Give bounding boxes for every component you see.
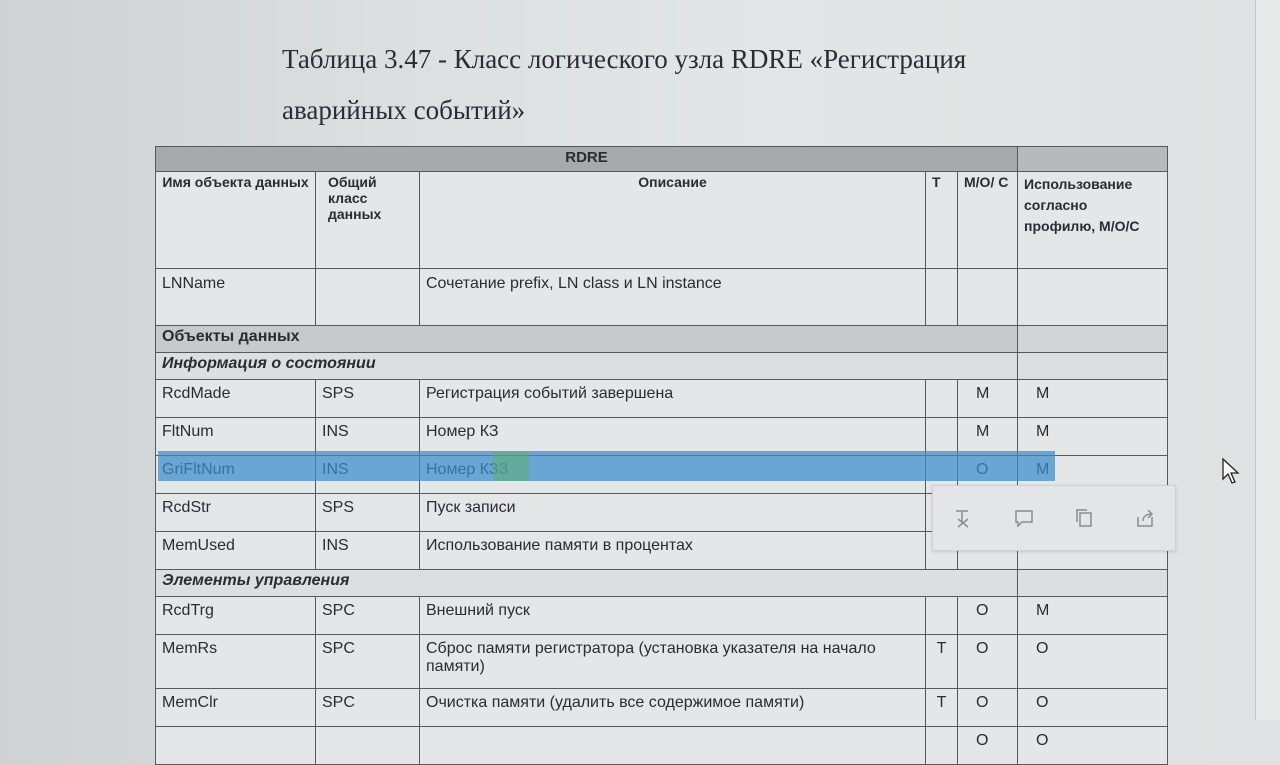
clear-format-button[interactable] — [948, 503, 978, 533]
cell-name: GriFltNum — [155, 455, 316, 494]
cell-name: RcdMade — [155, 379, 316, 418]
header-usage: Использование согласно профилю, M/O/C — [1017, 171, 1169, 269]
cell-description: Сброс памяти регистратора (установка ука… — [419, 634, 926, 689]
cell-t — [925, 726, 958, 765]
copy-button[interactable] — [1069, 503, 1099, 533]
clear-format-icon — [956, 510, 969, 528]
share-button[interactable] — [1130, 503, 1160, 533]
cell-class: INS — [315, 531, 420, 570]
cell-use: M — [1017, 417, 1169, 456]
cell-use: O — [1017, 726, 1169, 765]
share-icon — [1137, 509, 1153, 527]
cell-name: MemClr — [155, 688, 316, 727]
rdre-table-wrapper: RDRE Имя объекта данных Общий класс данн… — [154, 146, 1169, 765]
table-row[interactable]: O O — [155, 726, 1169, 765]
cell-description: Внешний пуск — [419, 596, 926, 635]
table-row[interactable]: MemClr SPC Очистка памяти (удалить все с… — [155, 688, 1169, 727]
header-name: Имя объекта данных — [155, 171, 316, 269]
comment-icon — [1015, 510, 1033, 528]
header-t: T — [925, 171, 958, 269]
table-caption-line2: аварийных событий» — [282, 95, 526, 125]
comment-button[interactable] — [1009, 503, 1039, 533]
section-objects-label: Объекты данных — [154, 325, 1019, 353]
cell-use: M — [1017, 596, 1169, 635]
table-row[interactable]: RcdMade SPS Регистрация событий завершен… — [155, 379, 1169, 418]
table-title-row: RDRE — [154, 146, 1169, 172]
cell-name: FltNum — [155, 417, 316, 456]
header-description: Описание — [419, 171, 926, 269]
cell-use: M — [1017, 379, 1169, 418]
lnname-class — [315, 268, 420, 326]
cell-class: SPC — [315, 634, 420, 689]
table-caption-line1: Таблица 3.47 - Класс логического узла RD… — [282, 44, 967, 74]
subsection-status-blank — [1017, 352, 1169, 380]
cell-class: SPC — [315, 596, 420, 635]
cell-description: Очистка памяти (удалить все содержимое п… — [419, 688, 926, 727]
cell-class: SPS — [315, 379, 420, 418]
section-objects-blank — [1017, 325, 1169, 353]
cell-class: SPC — [315, 688, 420, 727]
lnname-row[interactable]: LNName Сочетание prefix, LN class и LN i… — [155, 268, 1169, 326]
copy-icon — [1076, 509, 1092, 527]
section-row-objects: Объекты данных — [154, 325, 1169, 353]
table-row[interactable]: MemRs SPC Сброс памяти регистратора (уст… — [155, 634, 1169, 689]
cell-name: RcdStr — [155, 493, 316, 532]
cell-use: O — [1017, 634, 1169, 689]
cell-name: MemRs — [155, 634, 316, 689]
cell-class: SPS — [315, 493, 420, 532]
cell-moc: O — [956, 634, 1019, 689]
column-header-row: Имя объекта данных Общий класс данных Оп… — [155, 171, 1169, 269]
cell-description: Использование памяти в процентах — [419, 531, 926, 570]
mouse-cursor-icon — [1222, 457, 1240, 484]
cell-class: INS — [315, 455, 420, 494]
page-edge — [1255, 0, 1280, 720]
header-moc: M/O/ C — [956, 171, 1019, 269]
table-title-blank — [1017, 146, 1169, 172]
cell-use: O — [1017, 688, 1169, 727]
selection-toolbar — [932, 485, 1176, 551]
lnname-use — [1017, 268, 1169, 326]
subsection-row-control: Элементы управления — [154, 569, 1169, 597]
cell-t — [925, 379, 958, 418]
subsection-status-label: Информация о состоянии — [154, 352, 1019, 380]
cell-moc: O — [956, 596, 1019, 635]
cell-name: MemUsed — [155, 531, 316, 570]
lnname-description: Сочетание prefix, LN class и LN instance — [419, 268, 926, 326]
lnname-name: LNName — [155, 268, 316, 326]
rdre-table: RDRE Имя объекта данных Общий класс данн… — [154, 146, 1169, 765]
cell-moc: M — [956, 417, 1019, 456]
subsection-control-label: Элементы управления — [154, 569, 1019, 597]
cell-t — [925, 596, 958, 635]
cell-class: INS — [315, 417, 420, 456]
cell-moc: M — [956, 379, 1019, 418]
cell-t — [925, 417, 958, 456]
subsection-row-status: Информация о состоянии — [154, 352, 1169, 380]
cell-description — [419, 726, 926, 765]
lnname-moc — [956, 268, 1019, 326]
cell-moc: O — [956, 726, 1019, 765]
cell-description: Регистрация событий завершена — [419, 379, 926, 418]
cell-t: T — [925, 688, 958, 727]
table-row[interactable]: FltNum INS Номер КЗ M M — [155, 417, 1169, 456]
cell-moc: O — [956, 688, 1019, 727]
cell-name — [155, 726, 316, 765]
cell-name: RcdTrg — [155, 596, 316, 635]
header-class: Общий класс данных — [315, 171, 420, 269]
selection-overlap-highlight — [493, 451, 529, 481]
cell-class — [315, 726, 420, 765]
cell-description: Пуск записи — [419, 493, 926, 532]
lnname-t — [925, 268, 958, 326]
table-row[interactable]: RcdTrg SPC Внешний пуск O M — [155, 596, 1169, 635]
cell-t: T — [925, 634, 958, 689]
cell-description: Номер КЗ — [419, 417, 926, 456]
subsection-control-blank — [1017, 569, 1169, 597]
table-title: RDRE — [154, 146, 1019, 172]
